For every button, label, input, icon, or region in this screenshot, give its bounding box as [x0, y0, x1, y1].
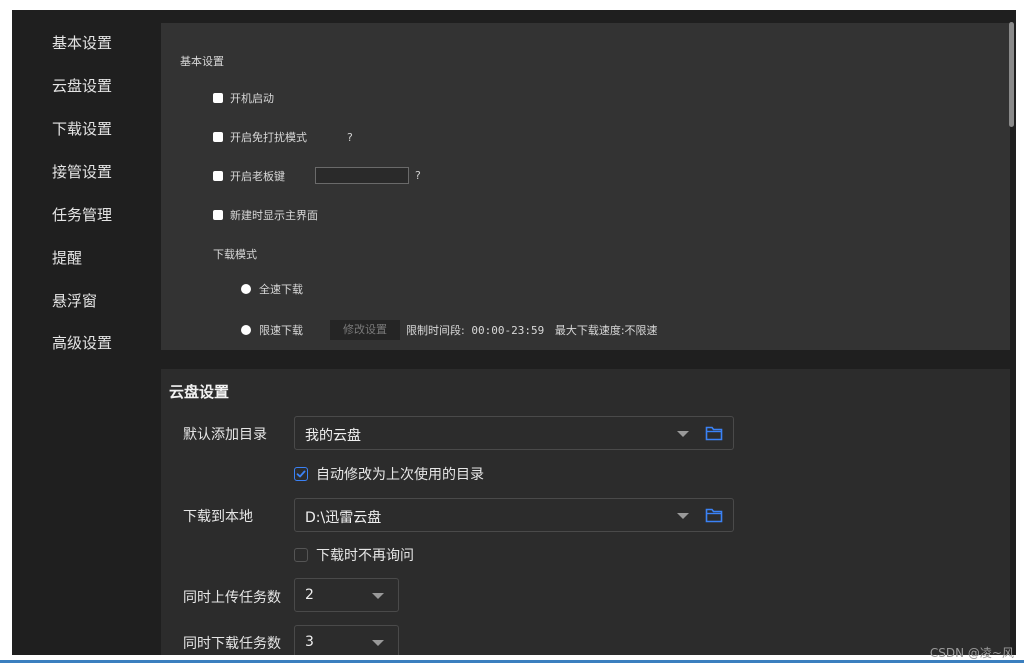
- download-tasks-label: 同时下载任务数: [183, 636, 281, 652]
- basic-settings-title: 基本设置: [180, 55, 224, 68]
- sidebar-item-cloud[interactable]: 云盘设置: [52, 75, 112, 96]
- check-icon: [296, 470, 306, 478]
- download-local-value: D:\迅雷云盘: [305, 510, 382, 526]
- dnd-checkbox[interactable]: [213, 132, 223, 142]
- limit-time-value: 00:00-23:59: [471, 324, 545, 337]
- download-mode-label: 下载模式: [213, 248, 257, 261]
- default-dir-dropdown[interactable]: 我的云盘: [294, 416, 734, 450]
- cloud-settings-title: 云盘设置: [169, 383, 230, 401]
- auto-modify-label: 自动修改为上次使用的目录: [316, 467, 484, 483]
- download-local-label: 下载到本地: [183, 509, 253, 525]
- folder-icon[interactable]: [705, 425, 723, 441]
- limited-option[interactable]: 限速下载 修改设置 限制时间段: 00:00-23:59 最大下载速度:不限速: [241, 320, 658, 340]
- limit-time-label: 限制时间段:: [406, 324, 465, 337]
- upload-tasks-label: 同时上传任务数: [183, 590, 281, 606]
- startup-label: 开机启动: [230, 92, 274, 105]
- dnd-option[interactable]: 开启免打扰模式 ?: [213, 129, 353, 145]
- sidebar-item-advanced[interactable]: 高级设置: [52, 332, 112, 353]
- settings-sidebar: 基本设置 云盘设置 下载设置 接管设置 任务管理 提醒 悬浮窗 高级设置: [12, 10, 160, 655]
- show-main-label: 新建时显示主界面: [230, 209, 318, 222]
- fullspeed-radio-icon[interactable]: [241, 284, 251, 294]
- default-dir-value: 我的云盘: [305, 428, 361, 444]
- cloud-settings-panel: 云盘设置 默认添加目录 我的云盘 自动修改为上次使用的目录 下载到本地 D:\迅…: [161, 369, 1010, 655]
- sidebar-item-basic[interactable]: 基本设置: [52, 32, 112, 53]
- limited-radio-icon[interactable]: [241, 325, 251, 335]
- bosskey-label: 开启老板键: [230, 169, 285, 183]
- download-tasks-select[interactable]: 3: [294, 625, 399, 655]
- bosskey-input[interactable]: [315, 167, 409, 184]
- show-main-option[interactable]: 新建时显示主界面: [213, 207, 318, 223]
- chevron-down-icon[interactable]: [677, 431, 689, 437]
- bosskey-help-icon[interactable]: ?: [415, 169, 421, 182]
- settings-window: 基本设置 云盘设置 下载设置 接管设置 任务管理 提醒 悬浮窗 高级设置 基本设…: [12, 10, 1016, 655]
- upload-tasks-value: 2: [305, 587, 314, 603]
- max-speed-value: 不限速: [624, 324, 658, 337]
- watermark: CSDN @凌~风: [929, 646, 1014, 660]
- startup-option[interactable]: 开机启动: [213, 90, 274, 106]
- bottom-border: [0, 660, 1024, 663]
- modify-settings-button[interactable]: 修改设置: [330, 320, 400, 340]
- auto-modify-checkbox[interactable]: [294, 467, 308, 481]
- no-ask-checkbox[interactable]: [294, 548, 308, 562]
- bosskey-option[interactable]: 开启老板键 ?: [213, 167, 421, 184]
- no-ask-label: 下载时不再询问: [316, 548, 414, 564]
- download-tasks-value: 3: [305, 634, 314, 650]
- fullspeed-option[interactable]: 全速下载: [241, 281, 303, 297]
- sidebar-item-reminder[interactable]: 提醒: [52, 247, 82, 268]
- vertical-scrollbar[interactable]: [1009, 22, 1014, 127]
- bosskey-checkbox[interactable]: [213, 170, 223, 181]
- default-dir-label: 默认添加目录: [183, 427, 267, 443]
- show-main-checkbox[interactable]: [213, 210, 223, 220]
- chevron-down-icon[interactable]: [372, 593, 384, 599]
- startup-checkbox[interactable]: [213, 93, 223, 103]
- sidebar-item-takeover[interactable]: 接管设置: [52, 161, 112, 182]
- basic-settings-panel: 基本设置 开机启动 开启免打扰模式 ? 开启老板键 ? 新建时显示主界面 下载模: [161, 23, 1010, 350]
- dnd-label: 开启免打扰模式: [230, 131, 307, 144]
- no-ask-option[interactable]: 下载时不再询问: [294, 545, 414, 565]
- limit-info: 限制时间段: 00:00-23:59 最大下载速度:不限速: [406, 322, 658, 338]
- chevron-down-icon[interactable]: [677, 513, 689, 519]
- dnd-help-icon[interactable]: ?: [347, 131, 353, 144]
- auto-modify-option[interactable]: 自动修改为上次使用的目录: [294, 464, 484, 484]
- upload-tasks-select[interactable]: 2: [294, 578, 399, 612]
- folder-icon[interactable]: [705, 507, 723, 523]
- settings-content: 基本设置 开机启动 开启免打扰模式 ? 开启老板键 ? 新建时显示主界面 下载模: [161, 10, 1016, 655]
- sidebar-item-tasks[interactable]: 任务管理: [52, 204, 112, 225]
- limited-label: 限速下载: [259, 324, 303, 337]
- chevron-down-icon[interactable]: [372, 640, 384, 646]
- sidebar-item-floating[interactable]: 悬浮窗: [52, 290, 97, 311]
- sidebar-item-download[interactable]: 下载设置: [52, 118, 112, 139]
- fullspeed-label: 全速下载: [259, 283, 303, 296]
- download-local-dropdown[interactable]: D:\迅雷云盘: [294, 498, 734, 532]
- max-speed-label: 最大下载速度:: [554, 324, 625, 337]
